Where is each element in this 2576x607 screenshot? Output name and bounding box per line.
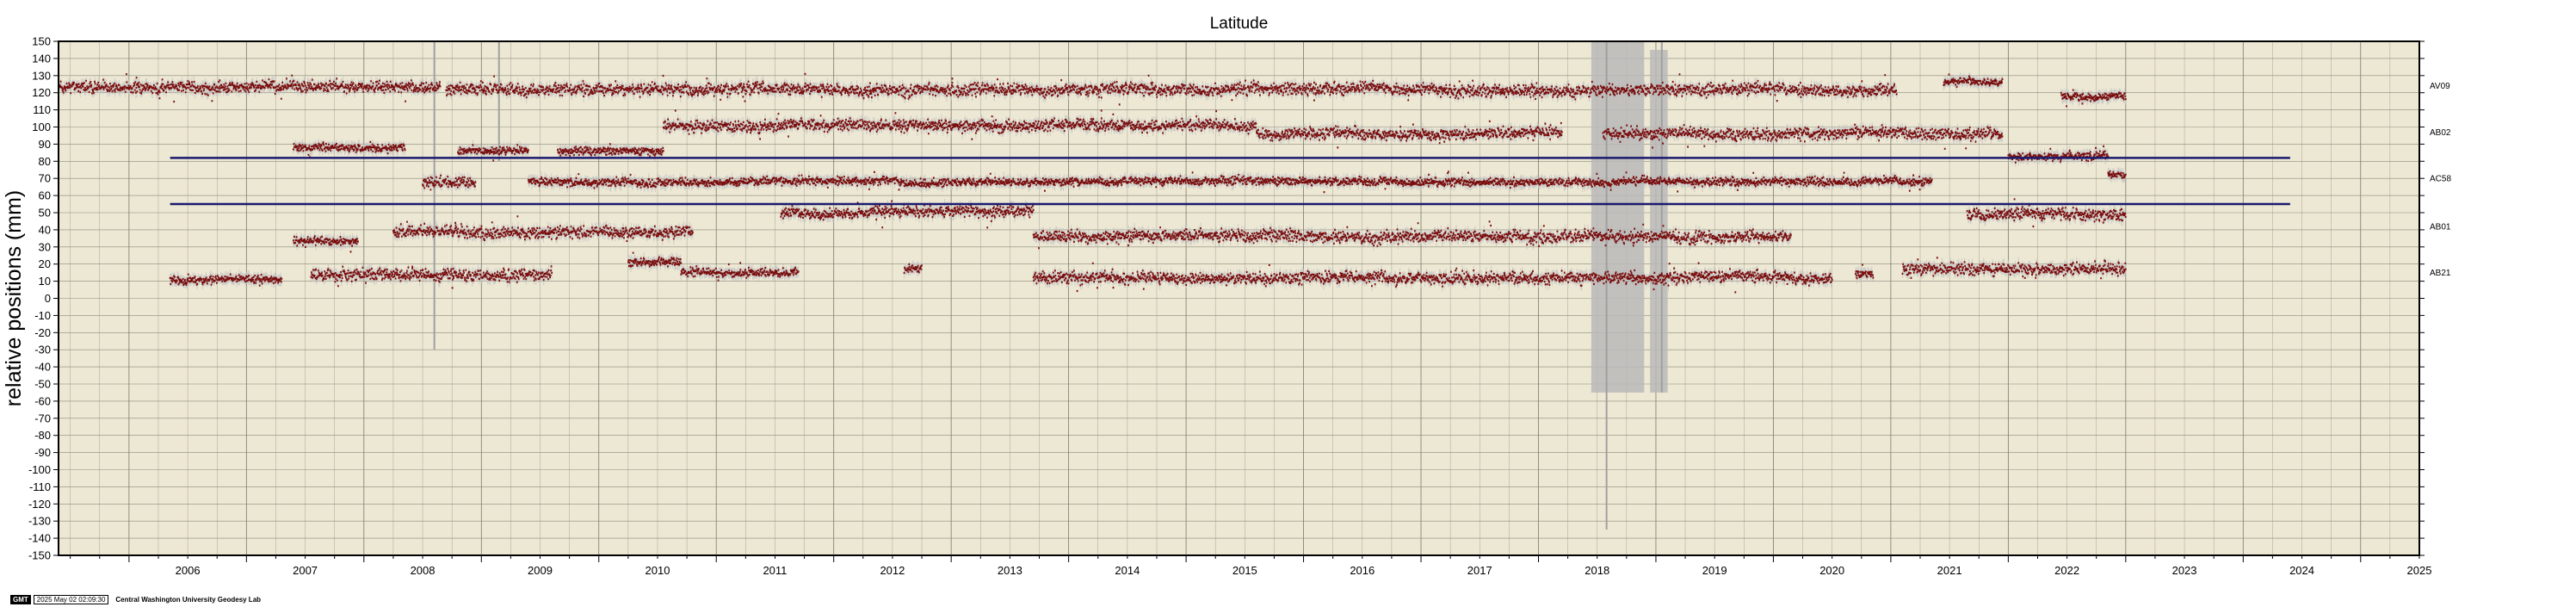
y-tick-label: -80: [34, 429, 51, 442]
x-tick-label: 2010: [646, 564, 670, 577]
x-tick-label: 2022: [2054, 564, 2079, 577]
x-tick-label: 2006: [176, 564, 201, 577]
x-tick-label: 2014: [1115, 564, 1140, 577]
x-tick-label: 2007: [293, 564, 318, 577]
y-tick-label: -30: [34, 344, 51, 356]
series-label-av09: AV09: [2430, 82, 2450, 91]
y-tick-label: -60: [34, 394, 51, 407]
series-label-ac58: AC58: [2430, 175, 2451, 184]
y-tick-label: -140: [28, 532, 51, 545]
y-tick-label: -110: [29, 480, 51, 493]
y-tick-label: 30: [39, 240, 51, 253]
y-tick-label: 70: [39, 172, 51, 185]
series-labels: AV09 AB02 AC58 AB01 AB21: [2430, 82, 2451, 278]
y-tick-label: 90: [39, 138, 51, 151]
y-tick-label: 20: [39, 257, 51, 270]
x-tick-label: 2011: [763, 564, 787, 577]
chart-title: Latitude: [1210, 15, 1269, 33]
gmt-logo: GMT: [10, 594, 31, 604]
y-tick-label: -150: [28, 549, 51, 562]
x-tick-label: 2013: [998, 564, 1022, 577]
y-tick-label: 130: [32, 69, 51, 82]
x-axis: 2006 2007 2008 2009 2010 2011 2012 2013 2014 2015…: [70, 555, 2432, 577]
x-tick-label: 2008: [411, 564, 436, 577]
credit-text: Central Washington University Geodesy La…: [115, 595, 262, 604]
x-tick-label: 2021: [1937, 564, 1962, 577]
y-tick-label: -130: [28, 515, 51, 528]
series-label-ab21: AB21: [2430, 269, 2451, 278]
x-tick-label: 2020: [1819, 564, 1844, 577]
y-axis-label: relative positions (mm): [2, 190, 26, 406]
y-tick-label: 120: [32, 86, 51, 99]
x-tick-label: 2012: [880, 564, 905, 577]
x-tick-label: 2015: [1232, 564, 1257, 577]
y-tick-label: -100: [28, 463, 51, 476]
y-tick-label: -40: [34, 361, 51, 374]
y-tick-label: 10: [39, 275, 51, 288]
x-tick-label: 2017: [1467, 564, 1492, 577]
y-tick-label: 0: [45, 292, 51, 305]
y-tick-label: -90: [34, 446, 51, 459]
x-tick-label: 2024: [2289, 564, 2314, 577]
y-tick-label: -20: [34, 326, 51, 339]
latitude-chart: -150-140-130-120-110-100-90-80-70-60-50-…: [2, 15, 2451, 577]
y-tick-label: 110: [33, 103, 51, 116]
y-tick-label: 60: [39, 189, 51, 202]
y-tick-label: -120: [28, 498, 51, 511]
y-tick-label: -70: [34, 412, 51, 424]
x-tick-label: 2019: [1702, 564, 1727, 577]
timestamp: 2025 May 02 02:09:30: [33, 594, 109, 604]
y-tick-label: 100: [32, 121, 51, 133]
y-tick-label: 150: [32, 35, 51, 48]
y-tick-label: 140: [32, 52, 51, 65]
y-tick-label: -10: [34, 309, 51, 322]
series-label-ab01: AB01: [2430, 222, 2451, 232]
y-tick-label: 80: [39, 155, 51, 168]
x-tick-label: 2025: [2407, 564, 2432, 577]
x-tick-label: 2018: [1585, 564, 1609, 577]
y-tick-label: -50: [34, 378, 51, 391]
series-label-ab02: AB02: [2430, 128, 2451, 138]
x-tick-label: 2009: [528, 564, 553, 577]
y-tick-label: 40: [39, 223, 51, 236]
x-tick-label: 2023: [2172, 564, 2197, 577]
error-block: [1650, 49, 1668, 393]
x-tick-label: 2016: [1350, 564, 1374, 577]
footer: GMT 2025 May 02 02:09:30 Central Washing…: [10, 594, 261, 604]
y-tick-label: 50: [39, 207, 51, 220]
